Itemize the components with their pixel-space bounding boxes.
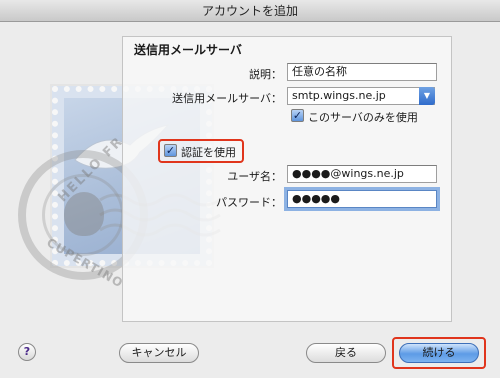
back-button[interactable]: 戻る: [306, 343, 386, 363]
chevron-down-icon[interactable]: ▼: [419, 87, 435, 105]
outgoing-server-label: 送信用メールサーバ：: [172, 92, 282, 105]
outgoing-server-popup[interactable]: smtp.wings.ne.jp ▼: [287, 87, 435, 105]
username-field[interactable]: ●●●●@wings.ne.jp: [287, 165, 437, 183]
password-field[interactable]: ●●●●●: [287, 190, 437, 208]
add-account-window: アカウントを追加 HELLO FR CUPERTINO 送信用メールサーバ 説明…: [0, 0, 500, 378]
window-title: アカウントを追加: [0, 0, 500, 22]
outgoing-server-value: smtp.wings.ne.jp: [292, 89, 386, 102]
only-this-server-checkbox[interactable]: ✓: [291, 109, 304, 122]
use-auth-label: 認証を使用: [181, 146, 236, 159]
section-title: 送信用メールサーバ: [134, 43, 242, 57]
help-button[interactable]: ?: [18, 343, 36, 361]
continue-button[interactable]: 続ける: [399, 343, 479, 363]
use-auth-checkbox[interactable]: ✓: [164, 144, 177, 157]
description-field[interactable]: 任意の名称: [287, 63, 437, 81]
cancel-button[interactable]: キャンセル: [119, 343, 199, 363]
only-this-server-label: このサーバのみを使用: [308, 111, 418, 124]
password-label: パスワード：: [216, 196, 282, 209]
username-label: ユーザ名：: [227, 170, 282, 183]
description-label: 説明：: [249, 68, 282, 81]
